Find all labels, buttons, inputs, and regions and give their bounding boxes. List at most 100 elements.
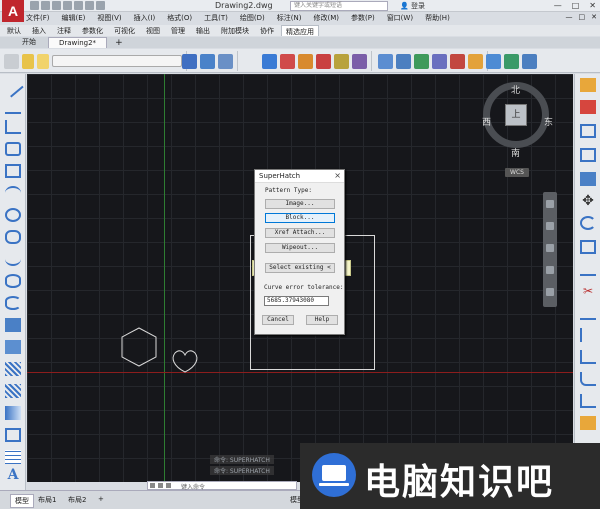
layout-tab-model[interactable]: 模型 xyxy=(10,494,34,508)
break-at-point-icon[interactable] xyxy=(580,328,596,342)
text-edit-icon[interactable] xyxy=(378,53,393,69)
fillet-icon[interactable] xyxy=(580,372,596,386)
doc-close-button[interactable]: ✕ xyxy=(591,13,597,21)
insert-block-icon[interactable] xyxy=(5,318,21,332)
erase-icon[interactable] xyxy=(580,78,596,92)
tab-manage[interactable]: 管理 xyxy=(167,25,189,36)
multiline-text-icon[interactable]: A xyxy=(5,468,21,482)
doc-tab-start[interactable]: 开始 xyxy=(12,36,46,48)
dimension-icon[interactable] xyxy=(396,53,411,69)
export-icon[interactable] xyxy=(522,53,537,69)
viewcube-top-face[interactable]: 上 xyxy=(505,104,527,126)
spline-icon[interactable] xyxy=(5,252,21,266)
extend-icon[interactable] xyxy=(580,306,596,320)
join-objects-icon[interactable] xyxy=(580,350,596,364)
menu-modify[interactable]: 修改(M) xyxy=(313,13,339,24)
compass-west[interactable]: 西 xyxy=(482,115,491,128)
pencil-icon[interactable] xyxy=(298,53,313,69)
menu-view[interactable]: 视图(V) xyxy=(97,13,121,24)
polygon-icon[interactable] xyxy=(5,142,21,156)
copy-icon[interactable] xyxy=(486,53,501,69)
menu-format[interactable]: 格式(O) xyxy=(167,13,192,24)
menu-edit[interactable]: 编辑(E) xyxy=(62,13,86,24)
image-button[interactable]: Image... xyxy=(265,199,335,209)
trim-icon[interactable]: ✂ xyxy=(580,284,596,298)
redo-icon[interactable] xyxy=(96,1,105,10)
tab-addins[interactable]: 附加模块 xyxy=(217,25,253,36)
menu-insert[interactable]: 插入(I) xyxy=(134,13,156,24)
new-icon[interactable] xyxy=(30,1,39,10)
save-as-icon[interactable] xyxy=(63,1,72,10)
layout-icon[interactable] xyxy=(432,53,447,69)
close-window-button[interactable]: ✕ xyxy=(589,1,596,10)
doc-tab-drawing2[interactable]: Drawing2* xyxy=(48,37,108,48)
xref-attach-button[interactable]: Xref Attach... xyxy=(265,228,335,238)
customize-icon[interactable] xyxy=(158,483,163,488)
mirror-icon[interactable] xyxy=(580,124,596,138)
menu-file[interactable]: 文件(F) xyxy=(26,13,50,24)
layout-tab-layout2[interactable]: 布局2 xyxy=(64,494,90,506)
steering-wheel-icon[interactable] xyxy=(546,200,554,208)
compass-north[interactable]: 北 xyxy=(511,83,520,96)
menu-tools[interactable]: 工具(T) xyxy=(204,13,228,24)
wcs-menu[interactable]: WCS xyxy=(505,168,529,177)
block-icon[interactable] xyxy=(262,53,277,69)
break-icon[interactable] xyxy=(334,53,349,69)
minimize-button[interactable]: — xyxy=(554,1,562,10)
menu-parametric[interactable]: 参数(P) xyxy=(351,13,375,24)
menu-draw[interactable]: 绘图(D) xyxy=(240,13,265,24)
table-icon[interactable] xyxy=(414,53,429,69)
search-input[interactable]: 键入关键字或短语 xyxy=(290,1,388,11)
construction-line-icon[interactable] xyxy=(5,100,21,114)
add-layout-button[interactable]: + xyxy=(94,494,108,504)
doc-restore-button[interactable]: □ xyxy=(579,13,586,21)
hatch-pattern-icon[interactable] xyxy=(5,384,21,398)
select-existing-button[interactable]: Select existing < xyxy=(265,263,335,273)
wipeout-button[interactable]: Wipeout... xyxy=(265,243,335,253)
dialog-close-button[interactable]: × xyxy=(334,171,341,180)
table-tool-icon[interactable] xyxy=(5,450,21,464)
circle-icon[interactable] xyxy=(5,208,21,222)
arc-icon[interactable] xyxy=(5,186,21,200)
close-command-line-icon[interactable] xyxy=(150,483,155,488)
polyline-icon[interactable] xyxy=(5,120,21,134)
scale-icon[interactable] xyxy=(580,240,596,254)
print-icon[interactable] xyxy=(74,1,83,10)
drawn-heart-shape[interactable] xyxy=(169,346,201,374)
pan-icon[interactable] xyxy=(546,222,554,230)
command-line[interactable]: 键入命令 xyxy=(147,481,297,491)
tab-default[interactable]: 默认 xyxy=(3,25,25,36)
join-icon[interactable] xyxy=(352,53,367,69)
ellipse-icon[interactable] xyxy=(5,274,21,288)
chamfer-icon[interactable] xyxy=(580,394,596,408)
ellipse-arc-icon[interactable] xyxy=(5,296,21,310)
clean-icon[interactable] xyxy=(450,53,465,69)
showmotion-icon[interactable] xyxy=(546,288,554,296)
array-icon[interactable] xyxy=(580,172,596,186)
hatch-icon[interactable] xyxy=(280,53,295,69)
menu-dimension[interactable]: 标注(N) xyxy=(277,13,302,24)
make-block-icon[interactable] xyxy=(5,340,21,354)
tab-parametric[interactable]: 参数化 xyxy=(78,25,107,36)
point-icon[interactable] xyxy=(5,362,21,376)
lightbulb-icon[interactable] xyxy=(22,53,34,69)
sign-in-link[interactable]: 👤 登录 xyxy=(400,1,425,11)
tolerance-input[interactable]: 5685.37943080 xyxy=(264,296,329,306)
drawn-hexagon[interactable] xyxy=(119,326,159,368)
save-icon[interactable] xyxy=(52,1,61,10)
copy-object-icon[interactable] xyxy=(580,100,596,114)
layout-tab-layout1[interactable]: 布局1 xyxy=(34,494,60,506)
compass-east[interactable]: 东 xyxy=(544,115,553,128)
broom-icon[interactable] xyxy=(468,53,483,69)
explode-icon[interactable] xyxy=(580,416,596,430)
curve-icon[interactable] xyxy=(316,53,331,69)
compass-south[interactable]: 南 xyxy=(511,146,520,159)
check-icon[interactable] xyxy=(504,53,519,69)
menu-help[interactable]: 帮助(H) xyxy=(425,13,450,24)
open-icon[interactable] xyxy=(41,1,50,10)
layer-dropdown[interactable] xyxy=(52,55,182,67)
cancel-button[interactable]: Cancel xyxy=(262,315,294,325)
region-icon[interactable] xyxy=(5,428,21,442)
tab-insert[interactable]: 插入 xyxy=(28,25,50,36)
stretch-icon[interactable] xyxy=(580,262,596,276)
